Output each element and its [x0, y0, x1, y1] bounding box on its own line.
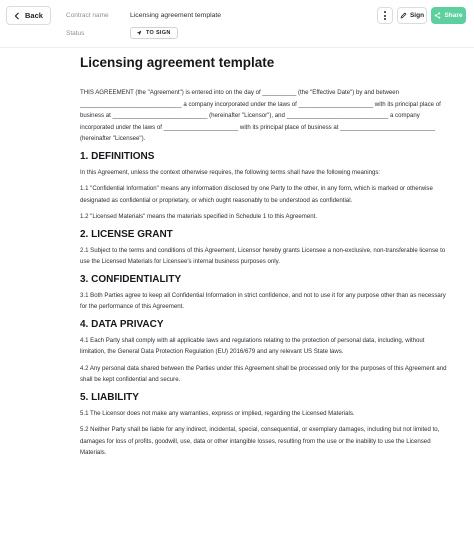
header-divider	[0, 47, 474, 48]
section-heading: 2. LICENSE GRANT	[80, 228, 173, 240]
section-paragraph: In this Agreement, unless the context ot…	[80, 168, 381, 176]
chevron-left-icon	[14, 12, 19, 19]
share-label: Share	[444, 12, 463, 19]
section-heading: 1. DEFINITIONS	[80, 150, 155, 162]
send-icon	[136, 30, 142, 36]
section-heading: 4. DATA PRIVACY	[80, 318, 164, 330]
section-paragraph: 1.2 "Licensed Materials" means the mater…	[80, 213, 318, 220]
status-label: Status	[66, 30, 85, 37]
back-label: Back	[25, 11, 43, 20]
document-title: Licensing agreement template	[80, 55, 275, 70]
intro-paragraph: THIS AGREEMENT (the "Agreement") is ente…	[80, 89, 441, 142]
more-options-button[interactable]	[377, 7, 393, 24]
section-paragraph: 4.2 Any personal data shared between the…	[80, 364, 447, 384]
share-button[interactable]: Share	[431, 7, 466, 24]
section-heading: 5. LIABILITY	[80, 391, 139, 403]
sign-label: Sign	[409, 12, 425, 19]
sign-button[interactable]: Sign	[397, 7, 427, 24]
more-vertical-icon	[384, 11, 386, 13]
section-paragraph: 3.1 Both Parties agree to keep all Confi…	[80, 291, 446, 311]
document-body: Licensing agreement template THIS AGREEM…	[80, 54, 450, 464]
section-paragraph: 5.2 Neither Party shall be liable for an…	[80, 426, 440, 456]
pen-icon	[400, 12, 407, 19]
top-bar: Back Contract name Licensing agreement t…	[0, 0, 474, 48]
status-value: TO SIGN	[146, 30, 171, 36]
section-paragraph: 4.1 Each Party shall comply with all app…	[80, 336, 425, 356]
status-badge: TO SIGN	[130, 27, 178, 39]
section-paragraph: 2.1 Subject to the terms and conditions …	[80, 246, 446, 266]
section-paragraph: 1.1 "Confidential Information" means any…	[80, 185, 433, 204]
share-icon	[435, 12, 441, 19]
bottom-fade-overlay	[0, 474, 474, 539]
back-button[interactable]: Back	[6, 6, 51, 25]
section-heading: 3. CONFIDENTIALITY	[80, 273, 182, 285]
contract-name-label: Contract name	[66, 12, 109, 19]
contract-name-value[interactable]: Licensing agreement template	[130, 12, 221, 19]
section-paragraph: 5.1 The Licensor does not make any warra…	[80, 409, 355, 417]
